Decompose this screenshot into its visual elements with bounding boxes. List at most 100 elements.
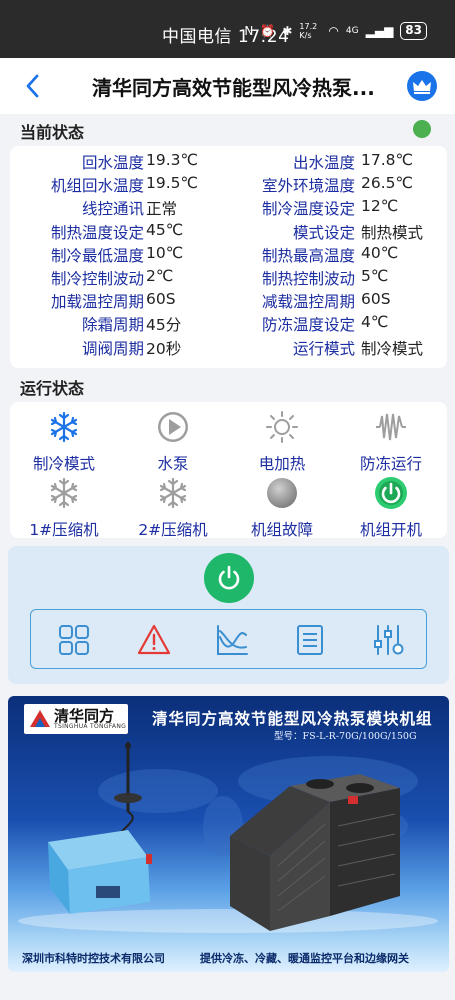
run-item-fault: 机组故障 xyxy=(232,476,332,539)
status-icons: N ⏰ ✱ 17.2 K/s ◠ 4G ▂▄▆ 83 xyxy=(244,22,427,40)
run-item-label: 防冻运行 xyxy=(359,455,422,473)
run-item-electric-heat: 电加热 xyxy=(232,410,332,473)
run-item-compressor-2: 2#压缩机 xyxy=(123,476,223,539)
run-item-compressor-1: 1#压缩机 xyxy=(14,476,114,539)
param-label: 运行模式 xyxy=(292,339,355,358)
fault-dot-icon xyxy=(267,478,297,508)
crown-icon xyxy=(413,80,431,94)
param-label: 制热最高温度 xyxy=(261,246,355,265)
param-label: 减载温控周期 xyxy=(261,293,355,312)
back-button[interactable] xyxy=(22,72,44,100)
bluetooth-icon: ✱ xyxy=(282,24,293,38)
param-value: 19.5℃ xyxy=(146,174,198,193)
param-value: 26.5℃ xyxy=(361,174,413,193)
param-label: 模式设定 xyxy=(292,223,355,242)
run-item-antifreeze: 防冻运行 xyxy=(341,410,441,473)
wifi-icon: ◠ xyxy=(328,24,339,38)
param-label: 制冷温度设定 xyxy=(261,200,355,219)
param-value: 40℃ xyxy=(361,243,399,262)
param-value: 制冷模式 xyxy=(361,339,424,358)
run-item-label: 机组故障 xyxy=(250,521,313,539)
param-label: 制热温度设定 xyxy=(50,223,144,242)
chevron-left-icon xyxy=(26,74,39,98)
param-row: 机组回水温度 19.5℃ 室外环境温度 26.5℃ xyxy=(10,174,447,197)
param-row: 加载温控周期 60S 减载温控周期 60S xyxy=(10,290,447,313)
gateway-device-image xyxy=(48,742,152,914)
param-value: 60S xyxy=(146,290,176,309)
param-row: 制冷控制波动 2℃ 制热控制波动 5℃ xyxy=(10,267,447,290)
param-row: 线控通讯 正常 制冷温度设定 12℃ xyxy=(10,197,447,220)
nfc-icon: N xyxy=(244,24,254,38)
online-indicator xyxy=(413,120,431,138)
param-value: 12℃ xyxy=(361,197,399,216)
param-label: 防冻温度设定 xyxy=(261,316,355,335)
power-icon xyxy=(375,477,407,509)
signal-label: 4G xyxy=(345,26,359,36)
current-status-title: 当前状态 xyxy=(20,123,85,142)
param-label: 线控通讯 xyxy=(81,200,144,219)
run-item-label: 2#压缩机 xyxy=(138,521,208,539)
param-label: 制冷最低温度 xyxy=(50,246,144,265)
vip-button[interactable] xyxy=(407,71,437,101)
power-icon xyxy=(218,565,240,590)
param-value: 5℃ xyxy=(361,267,389,285)
banner-company: 深圳市科特时控技术有限公司 xyxy=(22,952,165,965)
param-value: 2℃ xyxy=(146,267,174,285)
heat-pump-unit-image xyxy=(230,774,400,931)
toolbar xyxy=(30,609,427,669)
param-label: 机组回水温度 xyxy=(50,177,144,196)
banner-slogan: 提供冷冻、冷藏、暖通监控平台和边缘网关 xyxy=(200,952,409,965)
param-value: 10℃ xyxy=(146,243,184,262)
chart-icon[interactable] xyxy=(215,623,249,657)
param-value: 制热模式 xyxy=(361,223,424,242)
sun-icon xyxy=(266,411,298,443)
param-value: 4℃ xyxy=(361,313,389,332)
param-label: 制热控制波动 xyxy=(261,270,355,288)
param-label: 加载温控周期 xyxy=(50,293,144,312)
param-value: 17.8℃ xyxy=(361,151,413,169)
param-label: 回水温度 xyxy=(81,154,144,172)
status-bar: 中国电信 17:24 N ⏰ ✱ 17.2 K/s ◠ 4G ▂▄▆ 83 xyxy=(0,0,455,58)
run-item-label: 机组开机 xyxy=(359,521,422,539)
pump-play-icon xyxy=(158,412,188,442)
param-label: 调阀周期 xyxy=(81,339,144,358)
run-status-title: 运行状态 xyxy=(20,379,85,398)
network-speed: 17.2 K/s xyxy=(299,22,318,40)
battery-indicator: 83 xyxy=(400,22,427,40)
run-item-label: 水泵 xyxy=(157,455,189,473)
param-value: 45分 xyxy=(146,316,182,335)
run-item-water-pump: 水泵 xyxy=(123,410,223,473)
alarm-icon[interactable] xyxy=(137,623,171,657)
control-panel xyxy=(8,546,449,684)
param-row: 回水温度 19.3℃ 出水温度 17.8℃ xyxy=(10,151,447,174)
settings-sliders-icon[interactable] xyxy=(371,623,405,657)
snowflake-icon xyxy=(50,477,78,509)
param-value: 正常 xyxy=(146,200,178,219)
run-item-label: 制冷模式 xyxy=(32,455,95,473)
param-value: 45℃ xyxy=(146,220,184,239)
params-card: 回水温度 19.3℃ 出水温度 17.8℃ 机组回水温度 19.5℃ 室外环境温度 26.5℃… xyxy=(10,146,447,368)
param-row: 制冷最低温度 10℃ 制热最高温度 40℃ xyxy=(10,244,447,267)
run-item-cooling-mode: 制冷模式 xyxy=(14,410,114,473)
app-header: 清华同方高效节能型风冷热泵... xyxy=(0,58,455,114)
param-value: 20秒 xyxy=(146,339,182,358)
promo-banner[interactable]: 清华同方 TSINGHUA TONGFANG 清华同方高效节能型风冷热泵模块机组… xyxy=(8,696,449,972)
snowflake-icon xyxy=(50,411,78,443)
run-item-label: 电加热 xyxy=(258,455,306,473)
list-icon[interactable] xyxy=(293,623,327,657)
run-status-card: 制冷模式 水泵 电加热 防冻运行 1#压缩机 2#压缩机 机组故障 机组开机 xyxy=(10,402,447,539)
coil-icon xyxy=(376,413,406,441)
param-value: 19.3℃ xyxy=(146,151,198,169)
param-value: 60S xyxy=(361,290,391,309)
grid-icon[interactable] xyxy=(57,623,91,657)
snowflake-icon xyxy=(159,477,187,509)
signal-icon: ▂▄▆ xyxy=(365,24,394,38)
param-label: 制冷控制波动 xyxy=(50,270,144,288)
param-row: 除霜周期 45分 防冻温度设定 4℃ xyxy=(10,313,447,336)
alarm-clock-icon: ⏰ xyxy=(260,24,276,38)
run-item-label: 1#压缩机 xyxy=(29,521,99,539)
power-button[interactable] xyxy=(204,553,254,603)
param-label: 出水温度 xyxy=(292,154,355,172)
param-label: 室外环境温度 xyxy=(261,177,355,196)
run-item-unit-on: 机组开机 xyxy=(341,476,441,539)
